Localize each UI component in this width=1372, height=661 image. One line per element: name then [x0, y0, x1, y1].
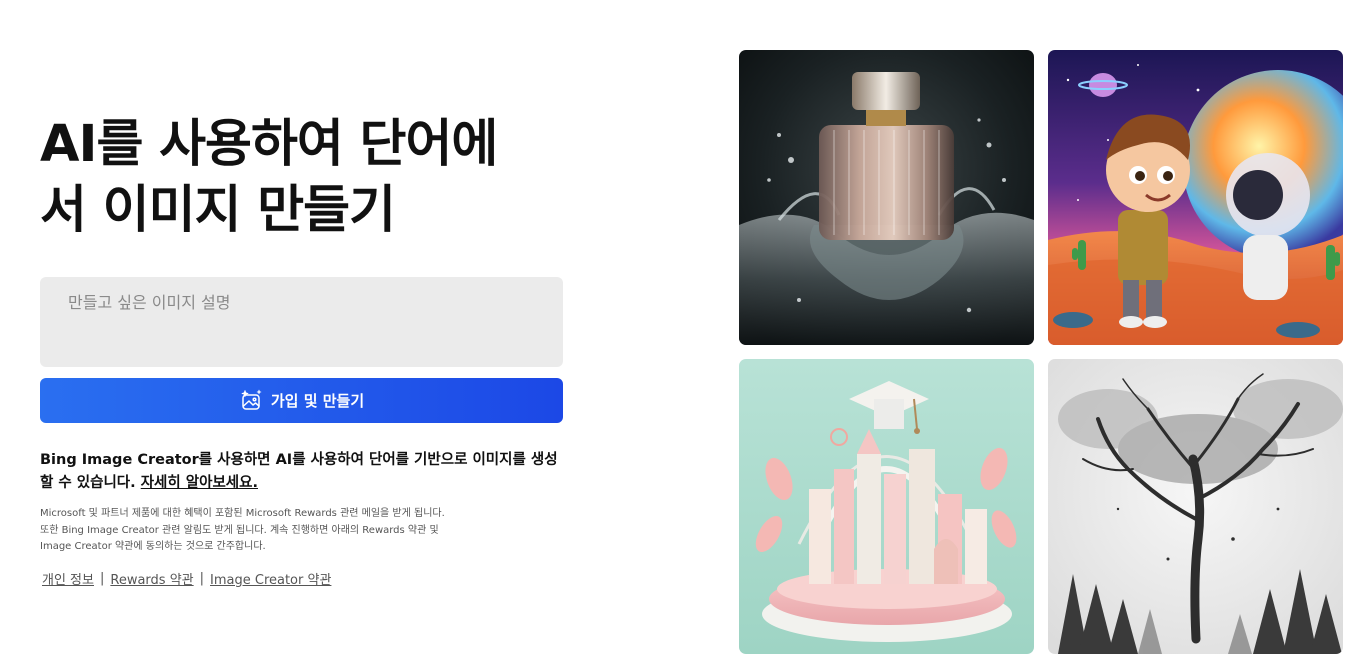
- footer-links: 개인 정보 | Rewards 약관 | Image Creator 약관: [42, 569, 331, 588]
- cartoon-boy-astronaut-desert-image[interactable]: [1048, 50, 1343, 345]
- pastel-graduation-cityscape-image[interactable]: [739, 359, 1034, 654]
- title-line-2: 서 이미지 만들기: [40, 181, 396, 240]
- fine-print-line-1: Microsoft 및 파트너 제품에 대한 혜택이 포함된 Microsoft…: [40, 508, 445, 519]
- sparkle-image-icon: [239, 389, 263, 413]
- perfume-bottle-splash-image[interactable]: [739, 50, 1034, 345]
- join-and-create-label: 가입 및 만들기: [270, 392, 365, 410]
- fine-print-line-2: 또한 Bing Image Creator 관련 알림도 받게 됩니다. 계속 …: [40, 524, 439, 536]
- fine-print: Microsoft 및 파트너 제품에 대한 혜택이 포함된 Microsoft…: [40, 506, 500, 556]
- description: Bing Image Creator를 사용하면 AI를 사용하여 단어를 기반…: [40, 449, 565, 495]
- privacy-link[interactable]: 개인 정보: [42, 569, 94, 588]
- learn-more-link[interactable]: 자세히 알아보세요.: [141, 475, 258, 491]
- image-creator-terms-link[interactable]: Image Creator 약관: [210, 569, 331, 588]
- ink-wash-tree-forest-image[interactable]: [1048, 359, 1343, 654]
- link-separator: |: [199, 571, 205, 586]
- prompt-input[interactable]: [40, 277, 563, 367]
- fine-print-line-3: Image Creator 약관에 동의하는 것으로 간주합니다.: [40, 541, 266, 552]
- page: AI를 사용하여 단어에 서 이미지 만들기 가입 및 만들기 Bing Ima…: [0, 0, 1372, 661]
- join-and-create-button[interactable]: 가입 및 만들기: [40, 378, 563, 423]
- link-separator: |: [99, 571, 105, 586]
- rewards-terms-link[interactable]: Rewards 약관: [110, 569, 193, 588]
- page-title: AI를 사용하여 단어에 서 이미지 만들기: [40, 112, 565, 244]
- title-line-1: AI를 사용하여 단어에: [40, 115, 498, 174]
- description-text: Bing Image Creator를 사용하면 AI를 사용하여 단어를 기반…: [40, 452, 558, 491]
